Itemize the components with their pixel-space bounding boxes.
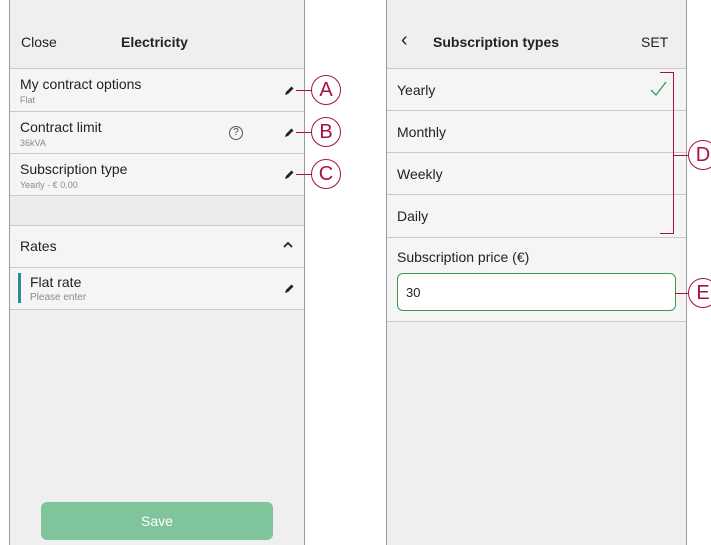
subscription-type-value: Yearly - € 0.00 <box>20 180 78 190</box>
callout-e-line <box>675 293 689 294</box>
option-weekly[interactable]: Weekly <box>387 153 686 195</box>
callout-c: C <box>311 159 341 189</box>
check-icon <box>649 81 667 97</box>
option-label: Daily <box>397 208 429 224</box>
subscription-type-label: Subscription type <box>20 161 128 177</box>
contract-limit-row[interactable]: Contract limit 36kVA ? <box>10 112 304 154</box>
electricity-panel: Close Electricity My contract options Fl… <box>9 0 305 545</box>
bracket-d-spine <box>673 72 674 234</box>
pencil-icon[interactable] <box>282 282 296 296</box>
subscription-price-input[interactable] <box>397 273 676 311</box>
contract-options-label: My contract options <box>20 76 142 92</box>
callout-a-line <box>296 90 312 91</box>
option-daily[interactable]: Daily <box>387 195 686 238</box>
subscription-type-row[interactable]: Subscription type Yearly - € 0.00 <box>10 154 304 196</box>
subscription-price-label: Subscription price (€) <box>397 249 530 265</box>
pencil-icon[interactable] <box>282 126 296 140</box>
callout-b-line <box>296 132 312 133</box>
bracket-d-bottom <box>660 233 674 234</box>
callout-d-line <box>673 155 689 156</box>
callout-a: A <box>311 75 341 105</box>
rates-header[interactable]: Rates <box>10 226 304 268</box>
pencil-icon[interactable] <box>282 168 296 182</box>
flat-rate-placeholder: Please enter <box>30 292 87 303</box>
flat-rate-label: Flat rate <box>30 274 82 290</box>
callout-c-line <box>296 174 312 175</box>
bracket-d-top <box>660 72 674 73</box>
section-spacer <box>10 196 304 226</box>
flat-rate-row[interactable]: Flat rate Please enter <box>10 268 304 310</box>
chevron-up-icon[interactable] <box>282 238 294 250</box>
contract-limit-label: Contract limit <box>20 119 102 135</box>
option-label: Weekly <box>397 166 443 182</box>
rates-label: Rates <box>20 238 57 254</box>
subscription-types-panel: ‹ Subscription types SET Yearly Monthly … <box>386 0 687 545</box>
page-title: Electricity <box>121 34 188 50</box>
set-button[interactable]: SET <box>641 34 668 50</box>
page-title: Subscription types <box>433 34 560 50</box>
contract-limit-value: 36kVA <box>20 138 46 148</box>
electricity-header: Close Electricity <box>10 0 304 69</box>
contract-options-value: Flat <box>20 95 36 105</box>
save-button[interactable]: Save <box>41 502 273 540</box>
contract-options-row[interactable]: My contract options Flat <box>10 69 304 112</box>
callout-e: E <box>688 278 711 308</box>
back-icon[interactable]: ‹ <box>401 29 408 52</box>
close-button[interactable]: Close <box>21 34 57 50</box>
help-icon[interactable]: ? <box>229 126 243 140</box>
option-monthly[interactable]: Monthly <box>387 111 686 153</box>
option-label: Yearly <box>397 82 436 98</box>
callout-d: D <box>688 140 711 170</box>
callout-b: B <box>311 117 341 147</box>
pencil-icon[interactable] <box>282 84 296 98</box>
subscription-header: ‹ Subscription types SET <box>387 0 686 69</box>
option-label: Monthly <box>397 124 447 140</box>
option-yearly[interactable]: Yearly <box>387 69 686 111</box>
rate-indicator-bar <box>18 273 21 303</box>
